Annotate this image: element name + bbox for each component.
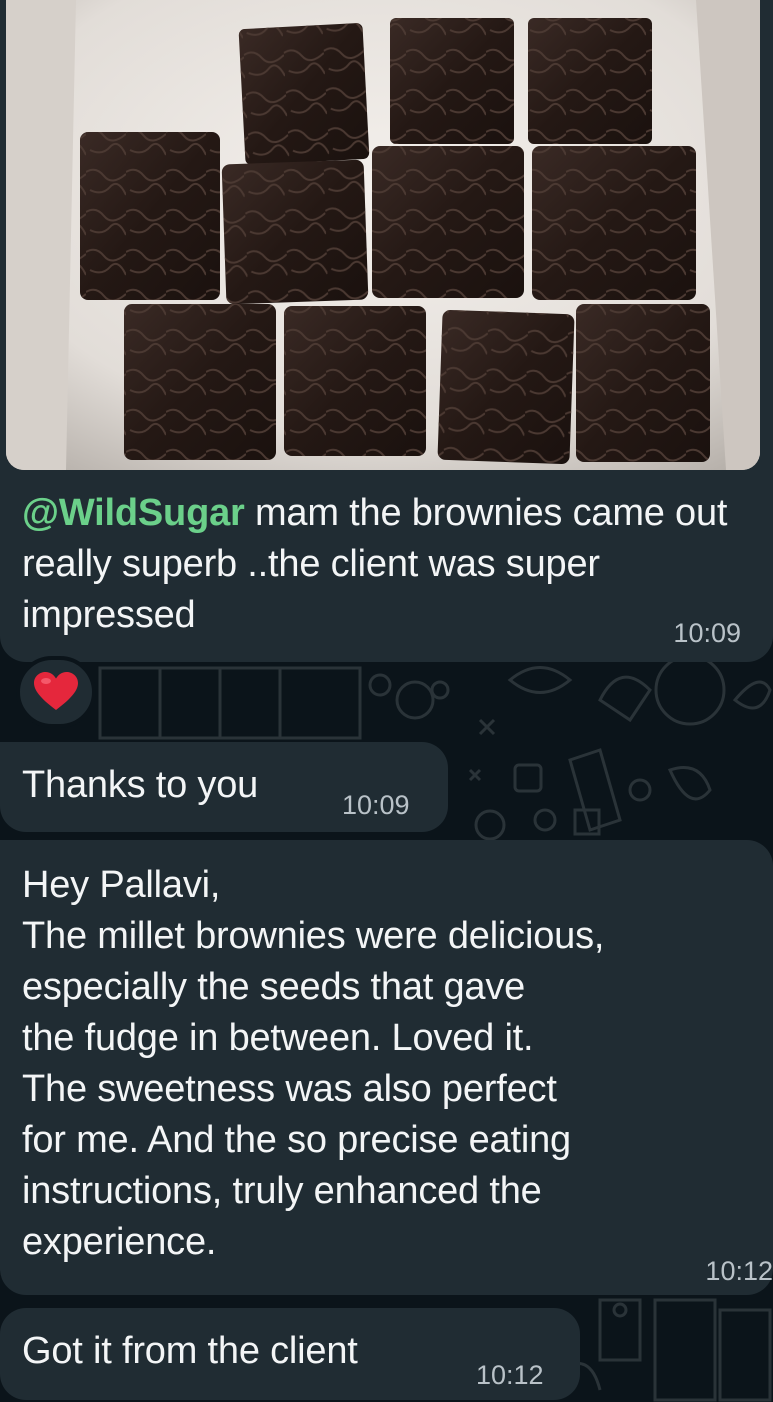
mention-link[interactable]: @WildSugar [22,492,245,534]
message-line: the fudge in between. Loved it. [22,1017,534,1059]
brownie [80,132,220,300]
reaction-badge[interactable] [16,656,96,728]
brownies-image [6,0,760,470]
message-timestamp: 10:12 [705,1256,773,1286]
message-text: Hey Pallavi, The millet brownies were de… [22,860,742,1268]
text-message[interactable]: Hey Pallavi, The millet brownies were de… [0,840,773,1295]
image-message[interactable]: @WildSugar mam the brownies came out rea… [0,0,773,662]
message-line: experience. [22,1221,217,1263]
brownie [528,18,652,144]
message-line: instructions, truly enhanced the [22,1170,542,1212]
brownie [437,310,575,464]
brownie [532,146,696,300]
message-timestamp: 10:09 [342,790,410,820]
brownie [390,18,514,144]
message-timestamp: 10:09 [673,618,741,648]
message-line: for me. And the so precise eating [22,1119,571,1161]
brownie [284,306,426,456]
brownies-photo[interactable] [6,0,760,470]
text-message[interactable]: Thanks to you 10:09 [0,742,448,832]
brownie [221,159,369,305]
text-message[interactable]: Got it from the client 10:12 [0,1308,580,1400]
message-text: Got it from the client [22,1330,358,1372]
heart-icon [34,672,78,710]
message-line: The millet brownies were delicious, [22,915,605,957]
message-text: Thanks to you [22,764,259,806]
message-line: Hey Pallavi, [22,864,221,906]
message-line: especially the seeds that gave [22,966,526,1008]
message-caption: @WildSugar mam the brownies came out rea… [22,488,742,641]
brownie [372,146,524,298]
brownie [238,23,370,165]
chat-window: @WildSugar mam the brownies came out rea… [0,0,773,1402]
brownie [124,304,276,460]
message-line: The sweetness was also perfect [22,1068,557,1110]
brownie [576,304,710,462]
message-timestamp: 10:12 [476,1360,544,1390]
